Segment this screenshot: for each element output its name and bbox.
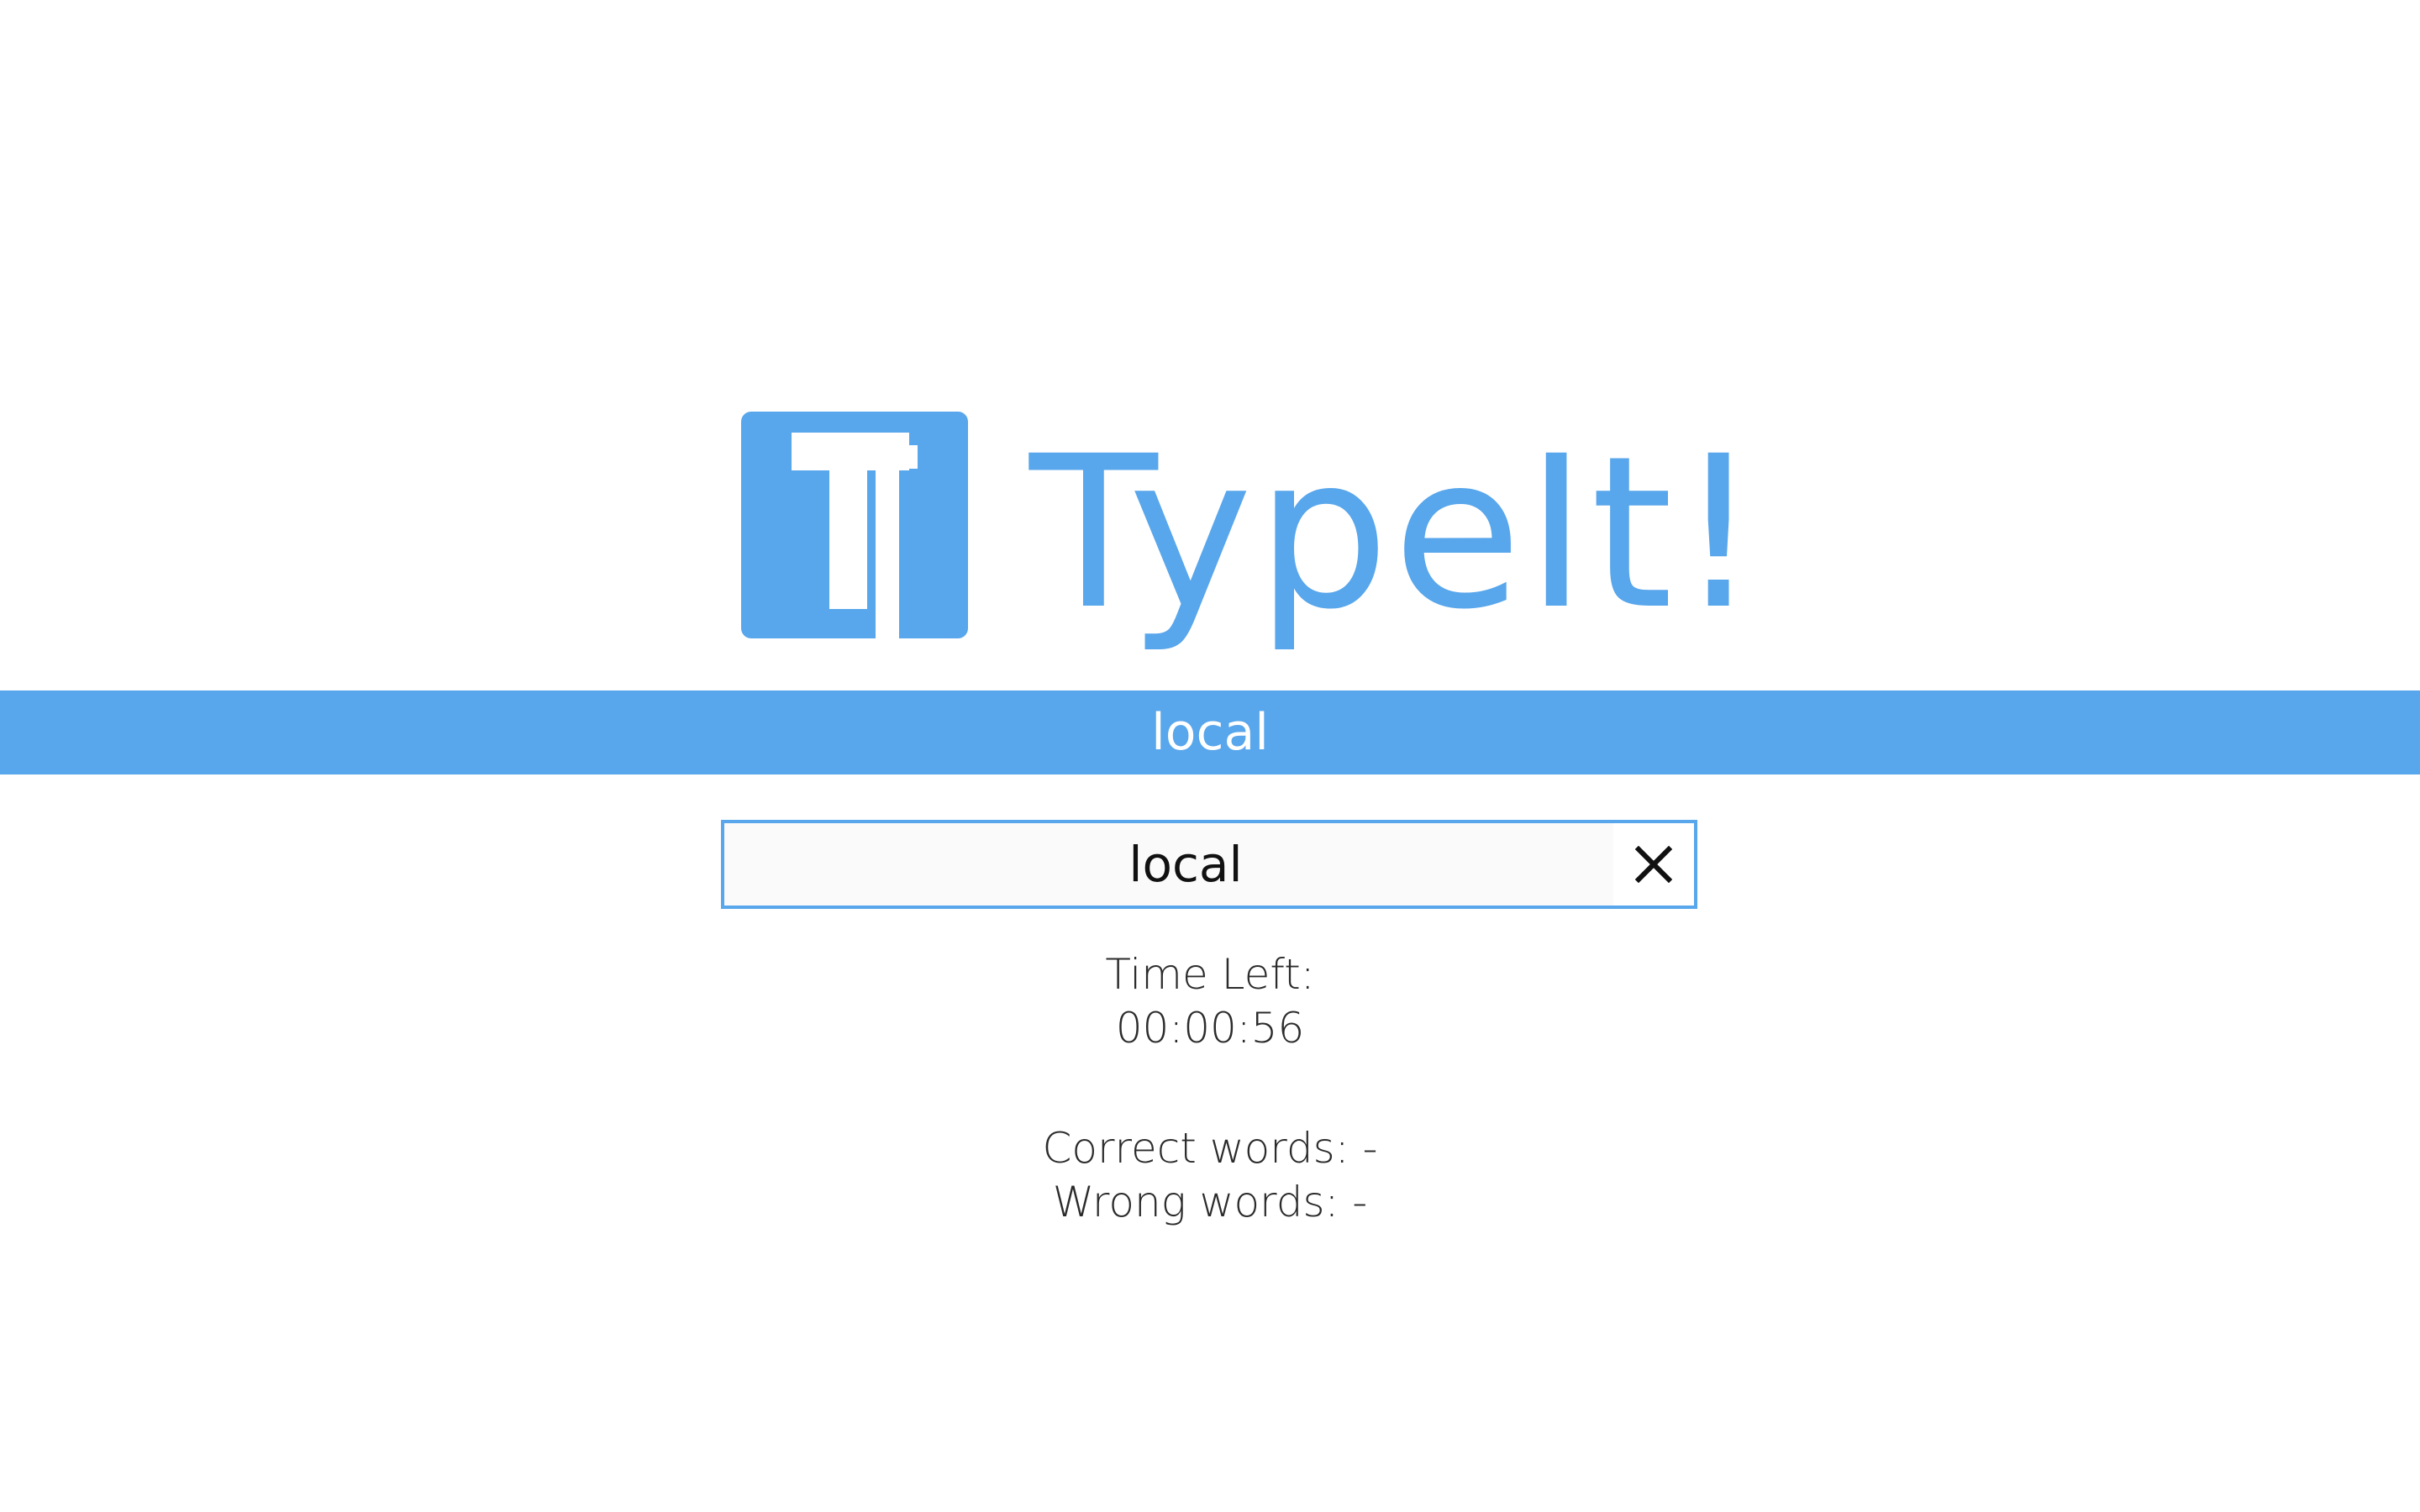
current-word-banner: local — [0, 690, 2420, 774]
typing-field-container — [721, 820, 1697, 909]
typeit-logo-icon — [741, 412, 968, 638]
results-section: Correct words: - Wrong words: - — [0, 1121, 2420, 1229]
timer-section: Time Left: 00:00:56 — [0, 948, 2420, 1055]
time-left-value: 00:00:56 — [1115, 1004, 1305, 1053]
close-icon — [1635, 846, 1672, 883]
logo-wordmark: TypeIt! — [1029, 411, 1765, 655]
typing-input[interactable] — [724, 823, 1613, 906]
app-logo: TypeIt! — [0, 412, 2420, 655]
correct-words-label: Correct words: - — [1042, 1124, 1378, 1173]
current-word: local — [1151, 703, 1269, 762]
wrong-words-label: Wrong words: - — [1052, 1178, 1368, 1226]
time-left-label: Time Left: — [1105, 950, 1315, 999]
clear-button[interactable] — [1613, 823, 1694, 906]
